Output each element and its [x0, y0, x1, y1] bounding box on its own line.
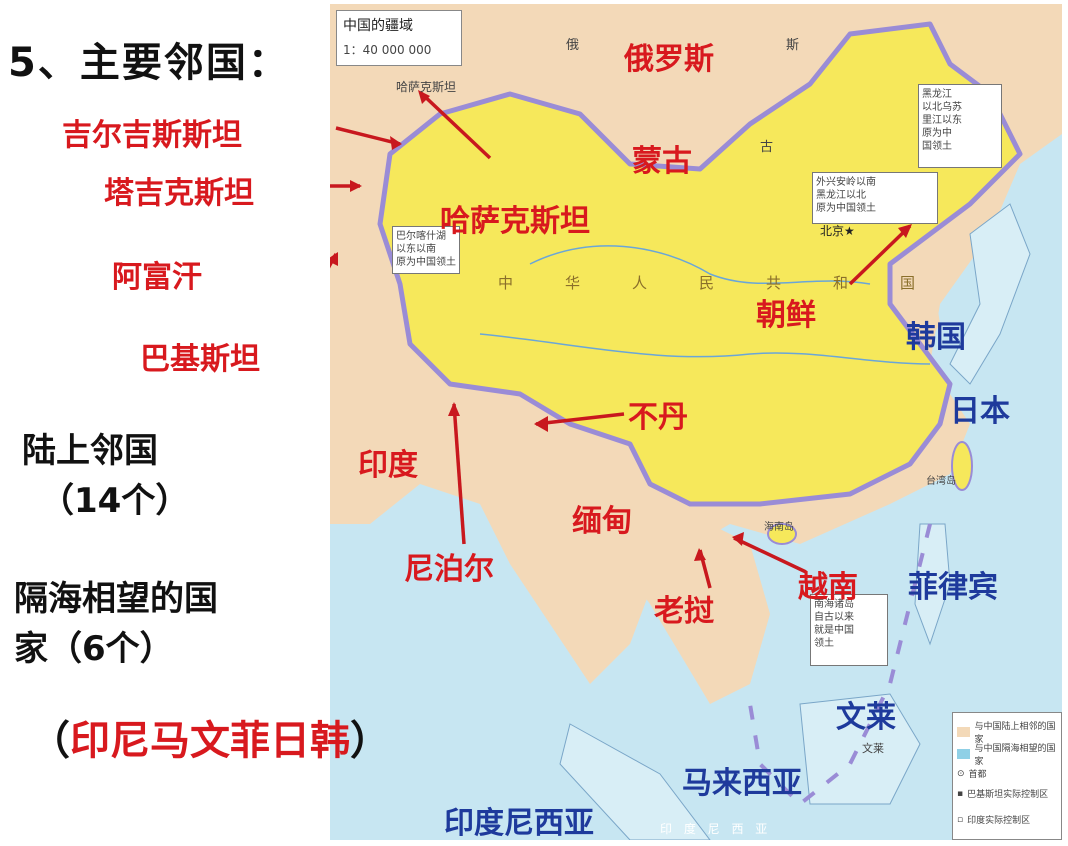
map-text-brunei-small: 文莱	[862, 742, 884, 755]
beijing-marker: 北京★	[820, 224, 855, 238]
label-russia: 俄罗斯	[624, 42, 714, 77]
label-japan: 日本	[950, 394, 1010, 429]
label-malaysia: 马来西亚	[682, 766, 802, 801]
map-text-kazakhstan-small: 哈萨克斯坦	[396, 80, 457, 94]
map-text-russia-ru: 俄	[566, 38, 580, 53]
map-text-taiwan: 台湾岛	[926, 476, 956, 487]
legend-item-india-control: 印度实际控制区	[967, 816, 1031, 826]
legend-item-capital: 首都	[968, 770, 987, 780]
label-indonesia: 印度尼西亚	[444, 806, 594, 841]
sea-neighbors-list: （印尼马文菲日韩）	[30, 708, 390, 766]
legend-item-pakistan-control: 巴基斯坦实际控制区	[967, 790, 1049, 800]
label-brunei: 文莱	[836, 700, 896, 735]
note-north: 外兴安岭以南 黑龙江以北 原为中国领土	[812, 172, 938, 224]
sea-neighbors-count: 家（6个）	[14, 629, 174, 669]
map-text-hainan: 海南岛	[764, 522, 794, 533]
label-vietnam: 越南	[798, 570, 858, 605]
label-kazakhstan: 哈萨克斯坦	[440, 204, 590, 239]
sea-list-open-paren: （	[30, 718, 70, 764]
legend-swatch-land	[957, 727, 971, 737]
map-text-indonesia-small: 印 度 尼 西 亚	[660, 822, 772, 836]
label-mongolia: 蒙古	[632, 144, 692, 179]
map-title: 中国的疆域	[343, 18, 413, 34]
label-pakistan: 巴基斯坦	[140, 342, 260, 377]
label-north-korea: 朝鲜	[756, 298, 816, 333]
slide: 5、主要邻国： 俄 斯 古 哈萨克斯坦 中华人民共和国 北京★ 海南岛 台湾岛 …	[0, 0, 1068, 846]
label-india: 印度	[358, 448, 418, 483]
label-philippines: 菲律宾	[908, 570, 998, 605]
label-south-korea: 韩国	[906, 320, 966, 355]
legend-item-sea: 与中国隔海相望的国家	[974, 744, 1056, 767]
land-neighbors-heading: 陆上邻国	[22, 431, 158, 471]
label-myanmar: 缅甸	[572, 504, 632, 539]
label-afghanistan: 阿富汗	[112, 260, 202, 295]
note-northeast: 黑龙江 以北乌苏 里江以东 原为中 国领土	[918, 84, 1002, 168]
sea-neighbors-heading: 隔海相望的国	[14, 579, 218, 619]
map-scale: 1：40 000 000	[343, 43, 432, 57]
land-neighbors-count: （14个）	[40, 481, 190, 521]
legend-swatch-sea	[957, 749, 971, 759]
slide-heading: 5、主要邻国：	[8, 40, 290, 86]
map-legend: 与中国陆上相邻的国家 与中国隔海相望的国家 ⊙ 首都 ▪ 巴基斯坦实际控制区 ▫ 印度…	[952, 712, 1062, 840]
india-control-icon: ▫	[957, 814, 964, 825]
label-tajikistan: 塔吉克斯坦	[104, 176, 254, 211]
label-kyrgyzstan: 吉尔吉斯斯坦	[62, 118, 242, 153]
label-nepal: 尼泊尔	[404, 552, 494, 587]
capital-icon: ⊙	[957, 768, 965, 779]
label-bhutan: 不丹	[628, 400, 688, 435]
map-text-mongolia-gu: 古	[760, 140, 774, 155]
sea-list-names: 印尼马文菲日韩	[70, 718, 350, 764]
map-text-russia-si: 斯	[786, 38, 800, 53]
sea-list-close-paren: ）	[350, 718, 390, 764]
map-title-box: 中国的疆域 1：40 000 000	[336, 10, 462, 66]
map-china-name: 中华人民共和国	[498, 274, 968, 292]
label-laos: 老挝	[654, 594, 714, 629]
pakistan-control-icon: ▪	[957, 788, 964, 799]
